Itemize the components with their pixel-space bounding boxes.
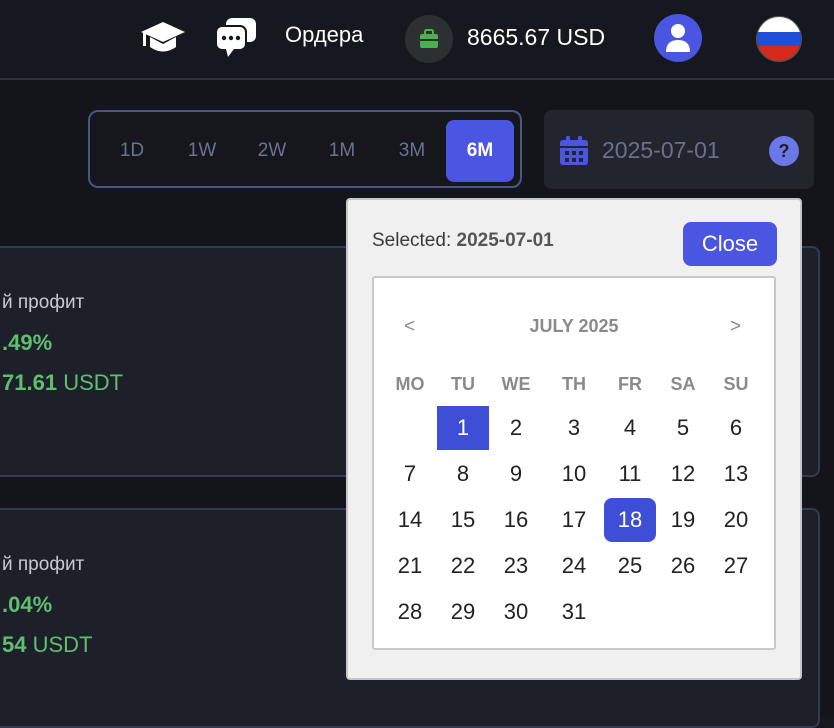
calendar-day-14[interactable]: 14 — [384, 498, 436, 542]
calendar-day-29[interactable]: 29 — [437, 590, 489, 634]
calendar-grid: < JULY 2025 > MO TU WE TH FR SA SU 1 2 3 4 5 6 7 8 9 10 1… — [372, 276, 776, 650]
help-icon[interactable]: ? — [769, 136, 799, 166]
calendar-day-10[interactable]: 10 — [548, 452, 600, 496]
calendar-day-8[interactable]: 8 — [437, 452, 489, 496]
period-3m-button[interactable]: 3M — [378, 120, 446, 182]
chat-icon[interactable] — [214, 16, 258, 60]
calendar-day-16[interactable]: 16 — [490, 498, 542, 542]
profit-label: й профит — [2, 292, 85, 313]
calendar-day-26[interactable]: 26 — [657, 544, 709, 588]
date-input[interactable]: 2025-07-01 ? — [544, 110, 814, 189]
calendar-day-19[interactable]: 19 — [657, 498, 709, 542]
profit-usdt-value: 54 — [2, 632, 27, 657]
selected-prefix: Selected: — [372, 230, 452, 251]
graduation-cap-icon[interactable] — [140, 18, 186, 58]
weekday-th: TH — [562, 374, 586, 394]
calendar-day-20[interactable]: 20 — [710, 498, 762, 542]
profit-usdt-value: 71.61 — [2, 370, 58, 395]
calendar-day-2[interactable]: 2 — [490, 406, 542, 450]
profit-percent: .49% — [2, 330, 53, 355]
calendar-day-23[interactable]: 23 — [490, 544, 542, 588]
calendar-day-30[interactable]: 30 — [490, 590, 542, 634]
calendar-day-15[interactable]: 15 — [437, 498, 489, 542]
period-2w-button[interactable]: 2W — [238, 120, 306, 182]
top-bar: Ордера 8665.67 USD — [0, 0, 834, 80]
period-selector: 1D 1W 2W 1M 3M 6M — [88, 110, 522, 188]
profit-label: й профит — [2, 554, 85, 575]
calendar-day-17[interactable]: 17 — [548, 498, 600, 542]
calendar-day-3[interactable]: 3 — [548, 406, 600, 450]
weekday-mo: MO — [395, 374, 425, 394]
selected-date-label: Selected: 2025-07-01 — [372, 230, 554, 252]
calendar-day-24[interactable]: 24 — [548, 544, 600, 588]
profit-usdt: 71.61 USDT — [2, 370, 123, 396]
calendar-day-21[interactable]: 21 — [384, 544, 436, 588]
calendar-day-13[interactable]: 13 — [710, 452, 762, 496]
wallet-icon[interactable] — [405, 15, 453, 63]
calendar-day-31[interactable]: 31 — [548, 590, 600, 634]
calendar-day-27[interactable]: 27 — [710, 544, 762, 588]
profit-percent: .04% — [2, 592, 53, 617]
orders-link[interactable]: Ордера — [285, 22, 363, 48]
calendar-icon[interactable] — [558, 135, 590, 172]
calendar-day-11[interactable]: 11 — [604, 452, 656, 496]
period-1m-button[interactable]: 1M — [308, 120, 376, 182]
profit-usdt-unit: USDT — [63, 370, 124, 395]
weekday-fr: FR — [618, 374, 642, 394]
russia-flag-icon[interactable] — [756, 16, 802, 62]
calendar-day-22[interactable]: 22 — [437, 544, 489, 588]
calendar-day-4[interactable]: 4 — [604, 406, 656, 450]
weekday-sa: SA — [670, 374, 696, 394]
calendar-day-25[interactable]: 25 — [604, 544, 656, 588]
date-value: 2025-07-01 — [602, 137, 720, 163]
calendar-day-28[interactable]: 28 — [384, 590, 436, 634]
calendar-day-7[interactable]: 7 — [384, 452, 436, 496]
calendar-day-1[interactable]: 1 — [437, 406, 489, 450]
calendar-day-12[interactable]: 12 — [657, 452, 709, 496]
month-label: JULY 2025 — [529, 316, 619, 336]
weekday-su: SU — [723, 374, 749, 394]
period-6m-button[interactable]: 6M — [446, 120, 514, 182]
user-icon[interactable] — [654, 14, 702, 62]
weekday-we: WE — [501, 374, 531, 394]
calendar-day-9[interactable]: 9 — [490, 452, 542, 496]
profit-usdt: 54 USDT — [2, 632, 93, 658]
calendar-day-18[interactable]: 18 — [604, 498, 656, 542]
calendar-day-6[interactable]: 6 — [710, 406, 762, 450]
next-month-button[interactable]: > — [730, 316, 741, 338]
close-button[interactable]: Close — [683, 222, 777, 266]
weekday-tu: TU — [451, 374, 475, 394]
balance-value: 8665.67 USD — [467, 24, 606, 50]
calendar-day-5[interactable]: 5 — [657, 406, 709, 450]
date-picker-popup: Selected: 2025-07-01 Close < JULY 2025 >… — [346, 198, 802, 680]
period-1w-button[interactable]: 1W — [168, 120, 236, 182]
profit-usdt-unit: USDT — [32, 632, 93, 657]
period-1d-button[interactable]: 1D — [98, 120, 166, 182]
selected-date-value: 2025-07-01 — [456, 230, 554, 251]
